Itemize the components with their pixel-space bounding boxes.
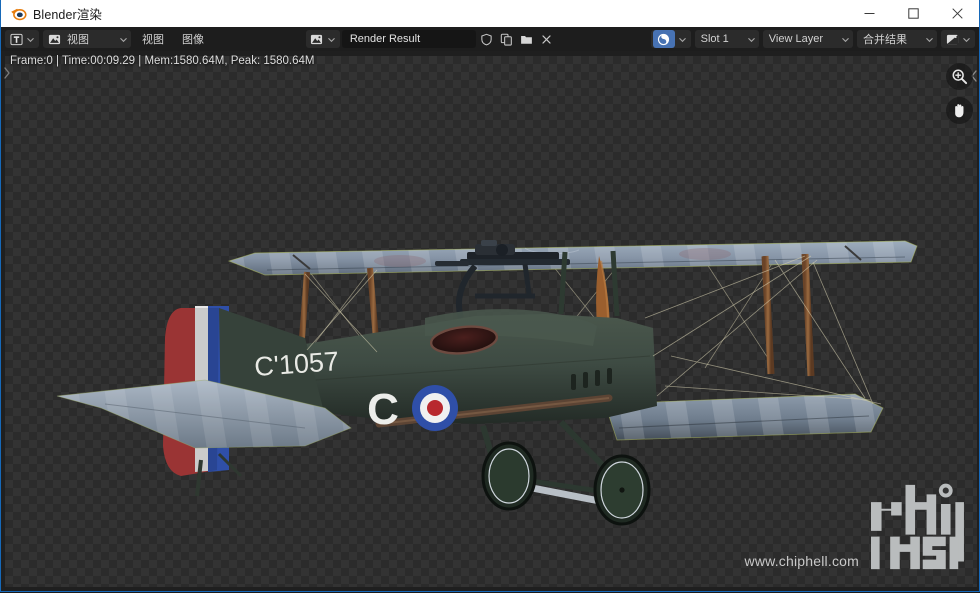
open-image-button[interactable] xyxy=(518,30,536,48)
hand-icon xyxy=(955,104,964,118)
wheel-left xyxy=(481,441,537,511)
render-result-selector[interactable] xyxy=(650,30,691,48)
wheel-right xyxy=(593,454,651,526)
render-pass-selector[interactable]: 合并结果 xyxy=(857,30,938,48)
chiphell-logo-icon xyxy=(871,483,964,570)
window-title: Blender渲染 xyxy=(33,8,102,22)
render-slot-group: Slot 1 View Layer 合并结果 xyxy=(650,30,976,48)
chevron-down-icon xyxy=(926,37,933,42)
chevron-right-icon xyxy=(4,67,10,79)
sidebar-toggle-button[interactable] xyxy=(2,65,12,81)
browse-image-button[interactable] xyxy=(305,30,340,48)
minimize-icon xyxy=(864,13,874,14)
chevron-down-icon xyxy=(842,37,849,42)
editor-type-image-icon xyxy=(9,32,23,46)
close-icon xyxy=(951,8,963,19)
magnifier-plus-icon xyxy=(952,69,968,85)
titlebar-left: Blender渲染 xyxy=(1,4,102,23)
chevron-down-icon xyxy=(748,37,755,42)
canvas-tool-buttons xyxy=(946,63,973,124)
tail-number-text: C'1057 xyxy=(253,346,340,382)
render-pass-label: 合并结果 xyxy=(863,34,908,46)
view-layer-selector[interactable]: View Layer xyxy=(762,30,854,48)
blender-logo-icon xyxy=(10,5,27,22)
display-channels-icon xyxy=(945,32,959,46)
new-image-copy-button[interactable] xyxy=(498,30,516,48)
image-editor-header: 视图 视图 图像 Render Result Slot 1 View Layer… xyxy=(1,27,979,52)
chevron-down-icon xyxy=(678,37,686,42)
svg-text:C: C xyxy=(367,385,399,434)
watermark-url: www.chiphell.com xyxy=(744,553,859,569)
raf-roundel xyxy=(412,385,458,431)
shield-icon xyxy=(481,33,492,45)
menu-view[interactable]: 视图 xyxy=(135,29,171,49)
upper-wing xyxy=(227,240,918,276)
view-layer-label: View Layer xyxy=(768,33,824,45)
render-slot-selector[interactable]: Slot 1 xyxy=(694,30,759,48)
display-mode-label: 视图 xyxy=(67,34,89,46)
pan-tool-button[interactable] xyxy=(946,97,973,124)
image-canvas-region[interactable]: C C'1057 www.chiphell.com xyxy=(1,51,979,591)
image-datablock-group: Render Result xyxy=(305,30,556,48)
menu-image[interactable]: 图像 xyxy=(175,29,211,49)
editor-type-selector[interactable] xyxy=(5,30,39,48)
minimize-button[interactable] xyxy=(847,0,891,28)
image-name-field[interactable]: Render Result xyxy=(341,30,476,48)
maximize-button[interactable] xyxy=(891,0,935,28)
folder-icon xyxy=(521,35,533,44)
duplicate-icon xyxy=(501,33,513,46)
display-channels-selector[interactable] xyxy=(941,30,976,48)
display-mode-selector[interactable]: 视图 xyxy=(43,30,131,48)
chevron-down-icon xyxy=(963,37,970,42)
image-editor-icon xyxy=(47,32,61,46)
maximize-icon xyxy=(907,8,919,19)
chevron-down-icon xyxy=(328,37,335,42)
render-slot-label: Slot 1 xyxy=(700,33,729,45)
unlink-image-button[interactable] xyxy=(538,30,556,48)
close-button[interactable] xyxy=(935,0,979,28)
chevron-down-icon xyxy=(120,37,127,42)
blender-render-window: Blender渲染 视图 视图 图像 Render Result Slot 1 … xyxy=(0,0,980,592)
close-x-icon xyxy=(542,34,551,44)
fake-user-button[interactable] xyxy=(478,30,496,48)
render-result-icon xyxy=(652,30,675,48)
chevron-down-icon xyxy=(27,37,34,42)
zoom-tool-button[interactable] xyxy=(946,63,973,90)
chiphell-watermark: www.chiphell.com xyxy=(745,481,965,573)
window-titlebar: Blender渲染 xyxy=(0,0,980,27)
browse-image-icon xyxy=(310,32,324,46)
tail-assembly: C'1057 xyxy=(56,306,352,497)
window-controls xyxy=(847,0,979,28)
